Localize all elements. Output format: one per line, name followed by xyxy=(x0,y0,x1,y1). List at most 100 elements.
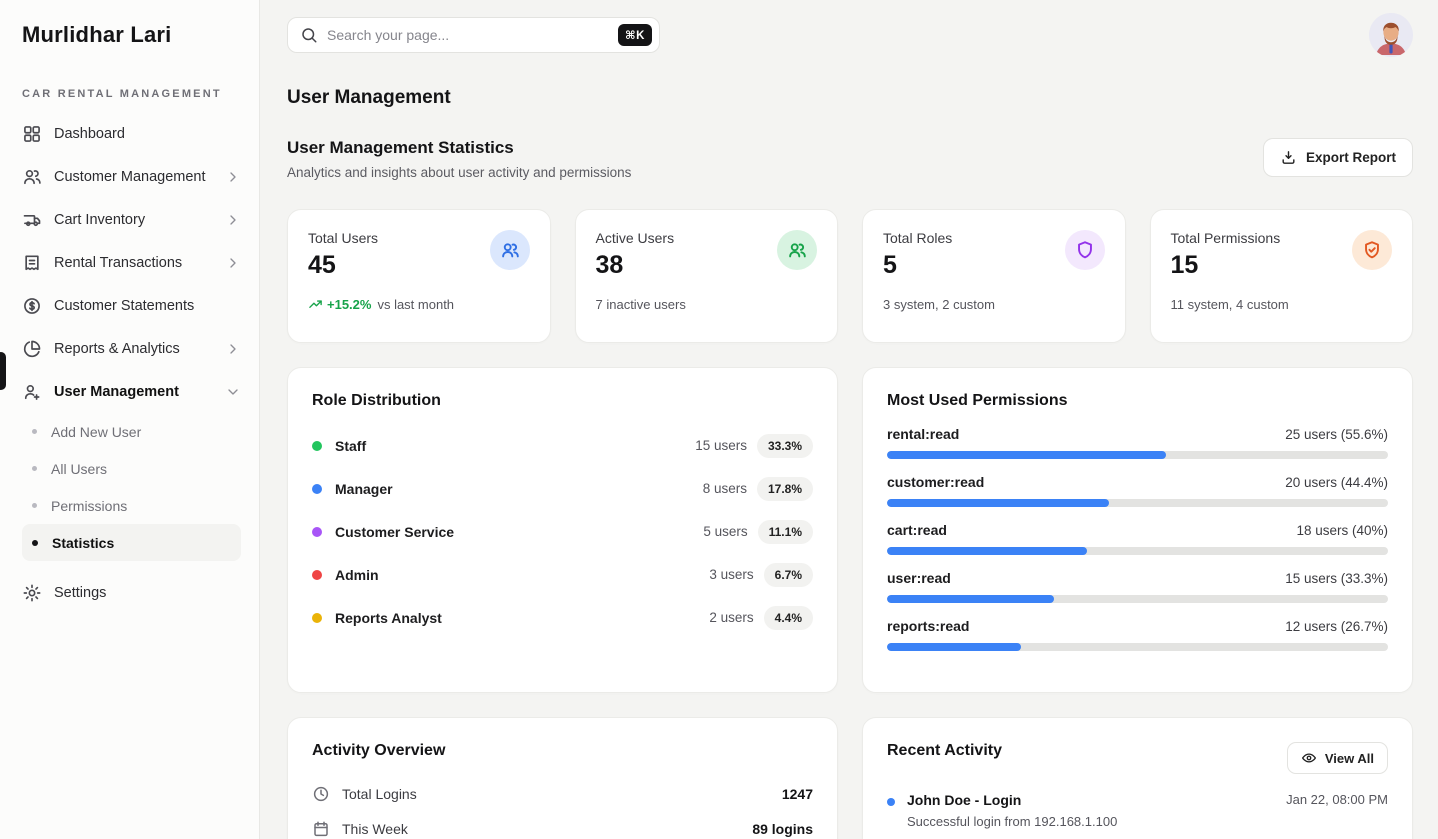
export-report-label: Export Report xyxy=(1306,150,1396,165)
progress-track xyxy=(887,451,1388,459)
bullet-dot-icon xyxy=(32,429,37,434)
permission-row: user:read15 users (33.3%) xyxy=(887,570,1388,603)
sidebar-item-cart-inventory[interactable]: Cart Inventory xyxy=(22,198,241,241)
permission-row: reports:read 12 users (26.7%) xyxy=(887,618,1388,651)
receipt-icon xyxy=(22,253,42,273)
section-header: User Management Statistics Analytics and… xyxy=(287,138,1413,180)
permissions-list: rental:read25 users (55.6%) customer:rea… xyxy=(887,426,1388,651)
stat-footer-text: 7 inactive users xyxy=(596,297,686,312)
activity-row: Total Logins 1247 xyxy=(312,776,813,811)
sidebar-subitem-statistics[interactable]: Statistics xyxy=(22,524,241,561)
view-all-button[interactable]: View All xyxy=(1287,742,1388,774)
sidebar-item-reports-analytics[interactable]: Reports & Analytics xyxy=(22,327,241,370)
permission-value: 20 users (44.4%) xyxy=(1285,475,1388,490)
sidebar-subitem-label: Statistics xyxy=(52,535,114,551)
role-users: 2 users xyxy=(709,610,753,625)
progress-fill xyxy=(887,595,1054,603)
users-icon xyxy=(22,167,42,187)
trend-up-indicator: +15.2% xyxy=(308,297,371,312)
role-percent-badge: 11.1% xyxy=(758,520,813,544)
permission-name: cart:read xyxy=(887,522,947,538)
sidebar-subitem-add-new-user[interactable]: Add New User xyxy=(22,413,241,450)
activity-overview-card: Activity Overview Total Logins 1247 This… xyxy=(287,717,838,839)
progress-track xyxy=(887,595,1388,603)
stat-label: Total Permissions xyxy=(1171,230,1281,246)
role-name: Customer Service xyxy=(335,524,454,540)
chevron-right-icon xyxy=(225,341,241,357)
sidebar: Murlidhar Lari CAR RENTAL MANAGEMENT Das… xyxy=(0,0,260,839)
recent-activity-title: Recent Activity xyxy=(887,742,1002,760)
progress-fill xyxy=(887,451,1166,459)
stat-label: Total Roles xyxy=(883,230,952,246)
sidebar-item-user-management[interactable]: User Management xyxy=(22,370,241,413)
role-row: Admin 3 users6.7% xyxy=(312,553,813,596)
sidebar-subitem-label: All Users xyxy=(51,461,107,477)
role-distribution-card: Role Distribution Staff 15 users33.3% Ma… xyxy=(287,367,838,693)
pie-chart-icon xyxy=(22,339,42,359)
sidebar-item-customer-management[interactable]: Customer Management xyxy=(22,155,241,198)
gear-icon xyxy=(22,583,42,603)
section-subtitle: Analytics and insights about user activi… xyxy=(287,165,631,180)
activity-list: Total Logins 1247 This Week 89 logins xyxy=(312,776,813,839)
bullet-dot-icon xyxy=(32,540,38,546)
stat-footer-text: 11 system, 4 custom xyxy=(1171,297,1289,312)
topbar: ⌘K xyxy=(287,13,1413,57)
stat-card-total-roles: Total Roles 5 3 system, 2 custom xyxy=(862,209,1126,343)
dollar-circle-icon xyxy=(22,296,42,316)
progress-track xyxy=(887,643,1388,651)
active-section-indicator xyxy=(0,352,6,390)
chevron-right-icon xyxy=(225,212,241,228)
sidebar-item-label: Customer Statements xyxy=(54,298,194,314)
view-all-label: View All xyxy=(1325,751,1374,766)
role-row: Staff 15 users33.3% xyxy=(312,424,813,467)
role-name: Staff xyxy=(335,438,366,454)
permission-value: 12 users (26.7%) xyxy=(1285,619,1388,634)
stat-value: 38 xyxy=(596,251,675,280)
sidebar-item-rental-transactions[interactable]: Rental Transactions xyxy=(22,241,241,284)
stat-cards-row: Total Users 45 +15.2% vs last month xyxy=(287,209,1413,343)
shield-icon xyxy=(1065,230,1105,270)
bullet-dot-icon xyxy=(32,503,37,508)
permission-row: rental:read25 users (55.6%) xyxy=(887,426,1388,459)
recent-activity-item-desc: Successful login from 192.168.1.100 xyxy=(907,814,1388,829)
stat-card-total-users: Total Users 45 +15.2% vs last month xyxy=(287,209,551,343)
role-percent-badge: 17.8% xyxy=(757,477,813,501)
users-icon xyxy=(777,230,817,270)
search-input[interactable] xyxy=(327,27,609,43)
trending-up-icon xyxy=(308,297,323,312)
stat-label: Total Users xyxy=(308,230,378,246)
search-box[interactable]: ⌘K xyxy=(287,17,660,53)
stat-card-active-users: Active Users 38 7 inactive users xyxy=(575,209,839,343)
user-plus-icon xyxy=(22,382,42,402)
progress-fill xyxy=(887,643,1021,651)
sidebar-subitem-permissions[interactable]: Permissions xyxy=(22,487,241,524)
clock-icon xyxy=(312,785,330,803)
role-users: 8 users xyxy=(703,481,747,496)
sidebar-item-dashboard[interactable]: Dashboard xyxy=(22,112,241,155)
download-icon xyxy=(1280,149,1297,166)
activity-label: This Week xyxy=(342,821,408,837)
export-report-button[interactable]: Export Report xyxy=(1263,138,1413,177)
most-used-permissions-card: Most Used Permissions rental:read25 user… xyxy=(862,367,1413,693)
role-percent-badge: 6.7% xyxy=(764,563,813,587)
activity-row: This Week 89 logins xyxy=(312,811,813,839)
stat-card-total-permissions: Total Permissions 15 11 system, 4 custom xyxy=(1150,209,1414,343)
sidebar-item-settings[interactable]: Settings xyxy=(22,571,241,614)
recent-activity-item-time: Jan 22, 08:00 PM xyxy=(1286,792,1388,808)
permission-value: 18 users (40%) xyxy=(1296,523,1388,538)
sidebar-item-label: User Management xyxy=(54,384,179,400)
activity-label: Total Logins xyxy=(342,786,417,802)
calendar-icon xyxy=(312,820,330,838)
activity-value: 89 logins xyxy=(752,821,813,837)
users-icon xyxy=(490,230,530,270)
sidebar-section-label: CAR RENTAL MANAGEMENT xyxy=(22,88,241,100)
sidebar-item-customer-statements[interactable]: Customer Statements xyxy=(22,284,241,327)
chevron-down-icon xyxy=(225,384,241,400)
permission-name: reports:read xyxy=(887,618,969,634)
role-name: Admin xyxy=(335,567,379,583)
sidebar-subitem-all-users[interactable]: All Users xyxy=(22,450,241,487)
avatar[interactable] xyxy=(1369,13,1413,57)
activity-dot-icon xyxy=(887,798,895,806)
sidebar-item-label: Cart Inventory xyxy=(54,212,145,228)
recent-activity-item: John Doe - Login Jan 22, 08:00 PM Succes… xyxy=(887,792,1388,829)
